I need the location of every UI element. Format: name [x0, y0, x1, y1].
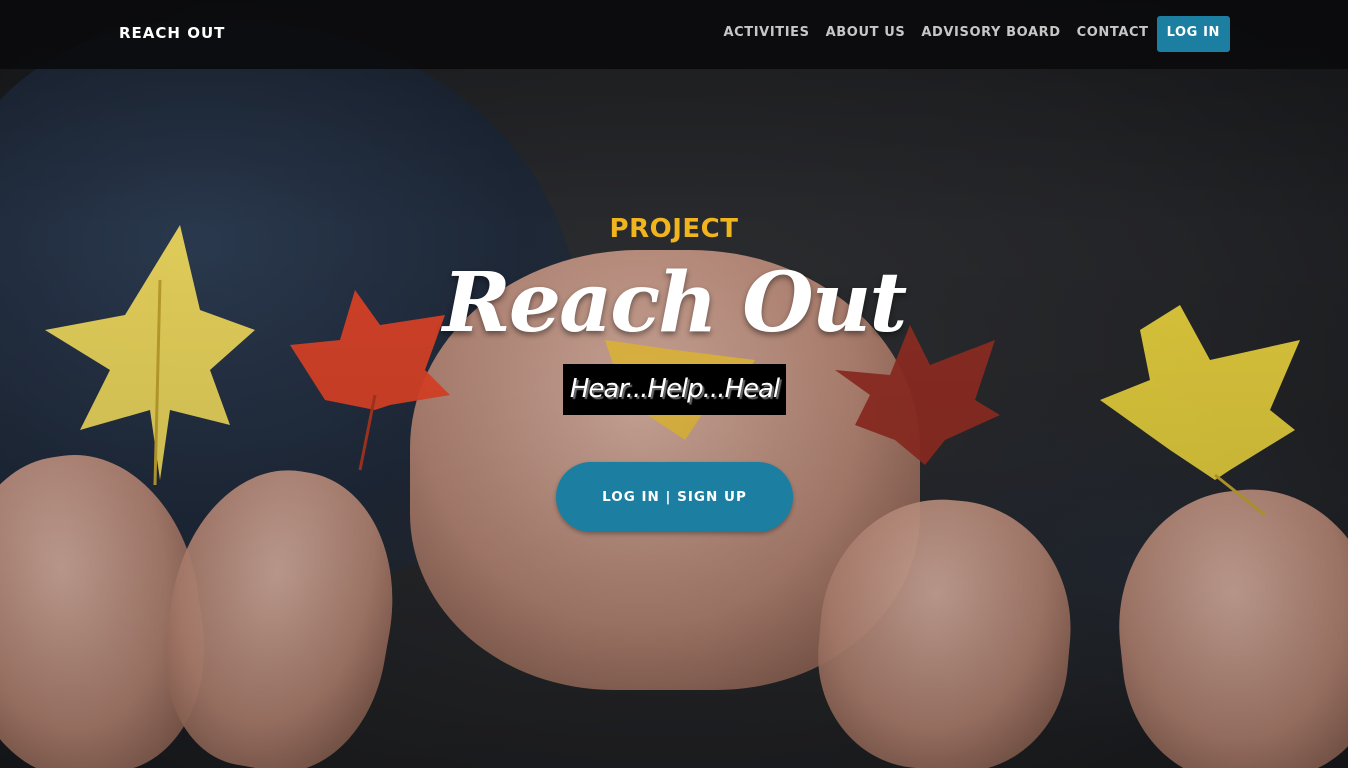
hero-eyebrow: PROJECT	[609, 214, 739, 244]
hero-tagline-box: Hear...Help...Heal	[563, 364, 786, 415]
nav-link-about-us[interactable]: ABOUT US	[818, 16, 914, 52]
brand-logo[interactable]: REACH OUT	[119, 24, 225, 42]
hero-tagline: Hear...Help...Heal	[569, 374, 780, 404]
nav-link-contact[interactable]: CONTACT	[1069, 16, 1157, 52]
landing-page: REACH OUT ACTIVITIES ABOUT US ADVISORY B…	[0, 0, 1348, 768]
nav-link-advisory-board[interactable]: ADVISORY BOARD	[913, 16, 1068, 52]
navbar: REACH OUT ACTIVITIES ABOUT US ADVISORY B…	[0, 0, 1348, 69]
nav-link-activities[interactable]: ACTIVITIES	[715, 16, 817, 52]
hero-title: Reach Out	[442, 255, 907, 351]
login-button[interactable]: LOG IN	[1156, 16, 1230, 52]
nav-links: ACTIVITIES ABOUT US ADVISORY BOARD CONTA…	[715, 16, 1230, 52]
hero-section: PROJECT Reach Out Hear...Help...Heal LOG…	[0, 0, 1348, 768]
login-signup-button[interactable]: LOG IN | SIGN UP	[556, 462, 793, 532]
